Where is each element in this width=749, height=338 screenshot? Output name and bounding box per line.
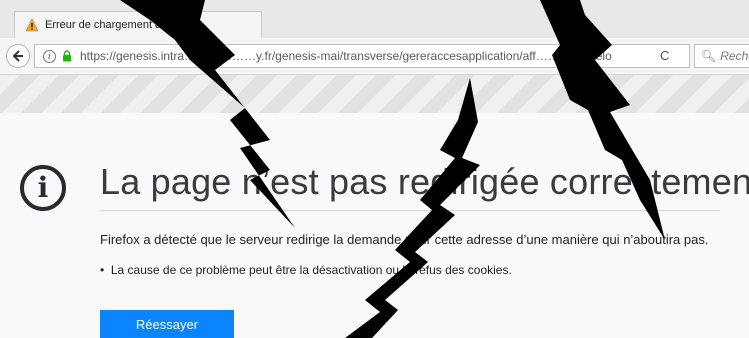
browser-tab[interactable]: Erreur de chargement de l... [14,11,262,38]
error-title: La page n’est pas redirigée correctement [100,161,749,202]
search-bar[interactable]: 🔍︎ Recher [694,44,749,68]
back-arrow-icon [12,50,23,62]
tab-title: Erreur de chargement de l... [45,19,182,31]
url-bar[interactable]: i https://genesis.intra………………y.fr/genesi… [34,44,690,68]
divider [100,210,720,211]
loading-stripe-band [0,75,749,113]
lock-icon [63,50,71,62]
url-text: https://genesis.intra………………y.fr/genesis-… [80,49,612,63]
search-icon: 🔍︎ [701,49,717,63]
site-info-icon[interactable]: i [43,49,56,63]
retry-button[interactable]: Réessayer [100,310,234,338]
reload-button[interactable]: C [660,48,669,63]
error-description: Firefox a détecté que le serveur redirig… [100,232,709,247]
lightning-bolt-3 [345,78,480,338]
tab-strip: Erreur de chargement de l... [0,0,749,39]
error-bullet-text: La cause de ce problème peut être la dés… [110,263,512,277]
info-circle-icon: i [20,165,66,211]
navigation-bar: i https://genesis.intra………………y.fr/genesi… [0,38,749,75]
search-placeholder: Recher [720,49,749,63]
error-bullet: • La cause de ce problème peut être la d… [100,263,512,277]
warning-icon [25,18,39,32]
back-button[interactable] [6,44,30,68]
